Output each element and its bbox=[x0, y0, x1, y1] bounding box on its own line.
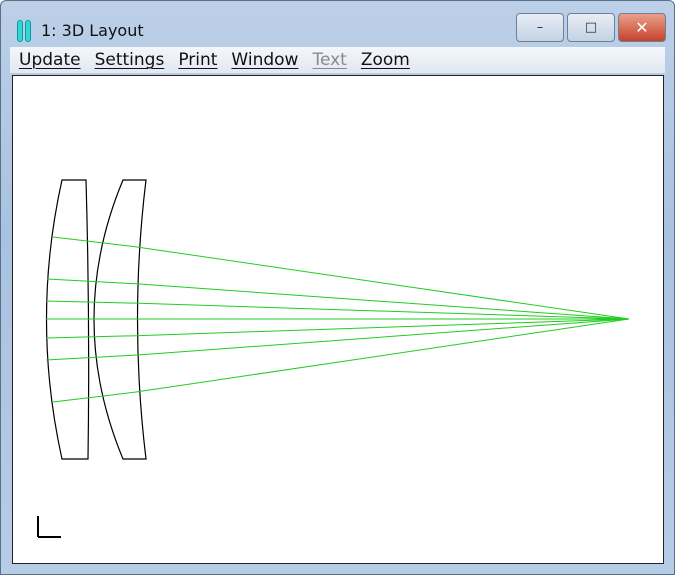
axis-indicator-icon bbox=[37, 516, 61, 538]
menu-zoom[interactable]: Zoom bbox=[361, 50, 410, 70]
menu-settings[interactable]: Settings bbox=[95, 50, 165, 70]
ray-1 bbox=[46, 278, 630, 320]
menu-text: Text bbox=[312, 50, 347, 70]
menu-update[interactable]: Update bbox=[19, 50, 81, 70]
ray-5 bbox=[45, 318, 630, 361]
window-title: 1: 3D Layout bbox=[41, 20, 144, 40]
menu-bar: Update Settings Print Window Text Zoom bbox=[10, 47, 665, 73]
title-bar: 1: 3D Layout bbox=[17, 17, 144, 43]
menu-print[interactable]: Print bbox=[178, 50, 217, 70]
minimize-button[interactable]: – bbox=[516, 13, 564, 42]
layout-canvas[interactable] bbox=[12, 75, 664, 564]
ray-4 bbox=[45, 318, 630, 339]
layout-drawing bbox=[37, 179, 630, 538]
maximize-button[interactable]: □ bbox=[567, 13, 615, 42]
menu-window[interactable]: Window bbox=[231, 50, 298, 70]
ray-2 bbox=[45, 300, 630, 320]
lens-app-icon bbox=[17, 20, 31, 42]
close-button[interactable]: ✕ bbox=[618, 13, 666, 42]
